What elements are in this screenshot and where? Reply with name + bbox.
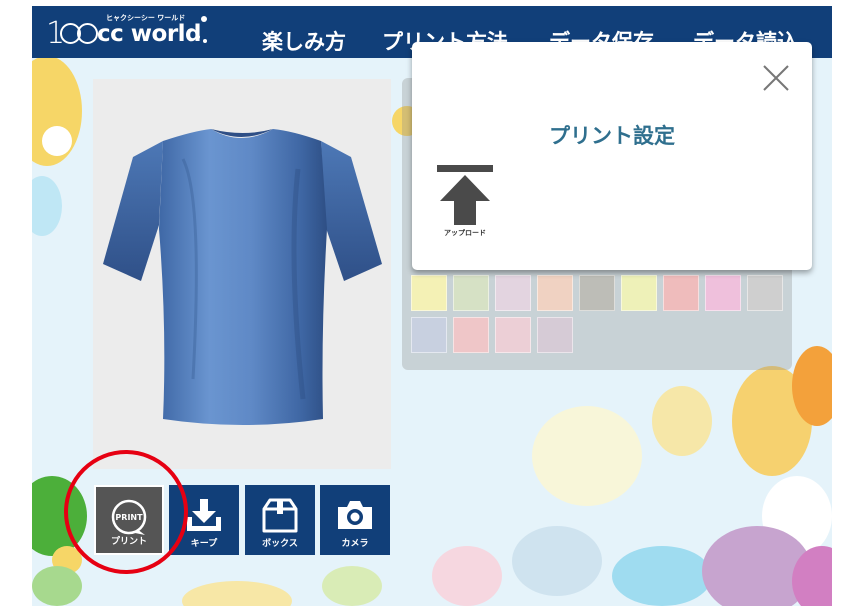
color-swatch[interactable] (663, 275, 699, 311)
color-swatch[interactable] (411, 275, 447, 311)
download-icon (187, 499, 221, 531)
box-button-label: ボックス (262, 539, 298, 549)
logo-dot-icon (203, 39, 207, 43)
print-badge-text: PRINT (115, 513, 143, 522)
nav-how-to-enjoy[interactable]: 楽しみ方 (262, 26, 346, 56)
color-swatch[interactable] (537, 275, 573, 311)
camera-button[interactable]: カメラ (320, 485, 390, 555)
print-settings-dialog: プリント設定 アップロード (412, 42, 812, 270)
color-swatch[interactable] (411, 317, 447, 353)
color-swatch[interactable] (537, 317, 573, 353)
logo-word: cc world (97, 21, 202, 47)
close-icon (763, 65, 789, 91)
color-swatch[interactable] (495, 275, 531, 311)
color-swatch[interactable] (747, 275, 783, 311)
close-button[interactable] (762, 64, 790, 92)
camera-icon (338, 501, 372, 529)
product-preview (93, 79, 391, 469)
color-swatch[interactable] (579, 275, 615, 311)
upload-button[interactable]: アップロード (436, 165, 494, 237)
color-swatch[interactable] (621, 275, 657, 311)
keep-button-label: キープ (190, 539, 218, 549)
upload-icon (437, 165, 493, 225)
box-button[interactable]: ボックス (245, 485, 315, 555)
print-button-label: プリント (110, 537, 147, 547)
logo-dot-icon (196, 35, 200, 39)
tshirt-model[interactable] (93, 79, 391, 469)
print-button[interactable]: PRINT プリント (94, 485, 164, 555)
dialog-title: プリント設定 (549, 124, 675, 148)
keep-button[interactable]: キープ (169, 485, 239, 555)
logo-dot-icon (201, 16, 207, 22)
box-icon (262, 498, 298, 533)
print-icon: PRINT (111, 499, 147, 535)
color-swatch[interactable] (453, 275, 489, 311)
color-swatch[interactable] (495, 317, 531, 353)
camera-button-label: カメラ (341, 539, 369, 549)
color-swatch[interactable] (453, 317, 489, 353)
logo-circle-icon (77, 23, 98, 44)
color-swatch[interactable] (705, 275, 741, 311)
upload-label: アップロード (444, 229, 486, 237)
